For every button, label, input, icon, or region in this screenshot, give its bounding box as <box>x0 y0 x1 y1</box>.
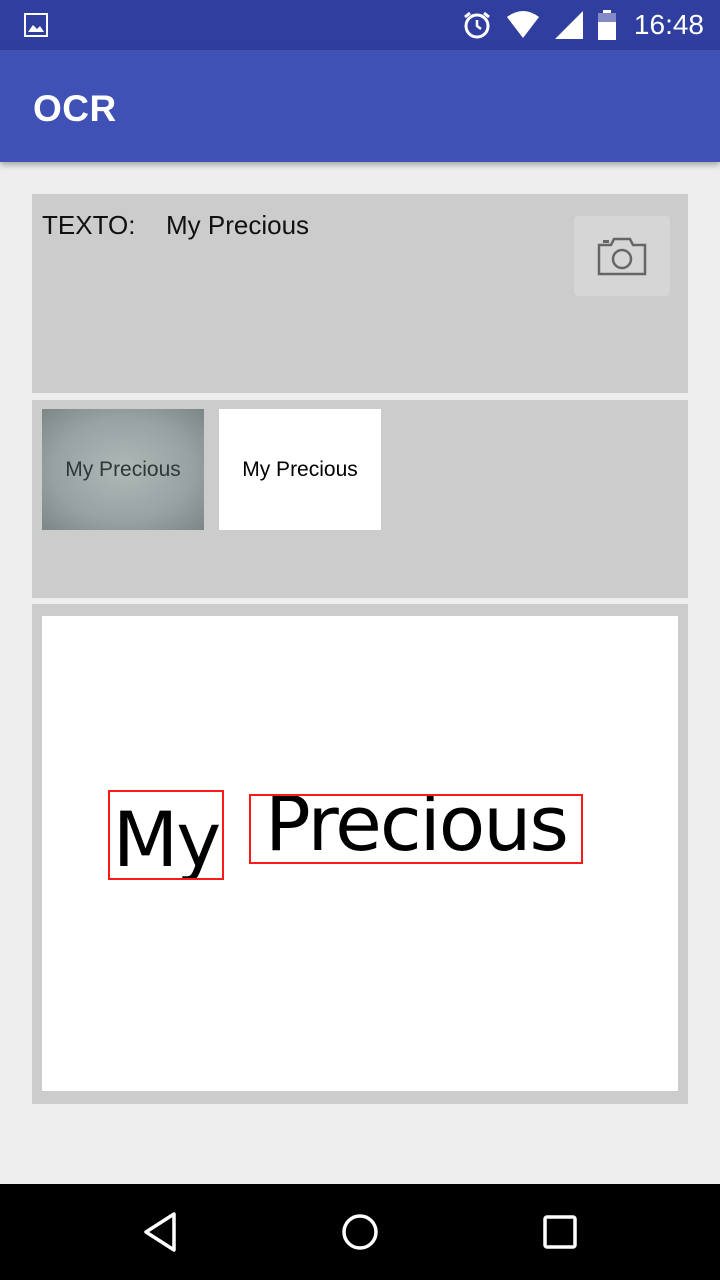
original-thumbnail[interactable]: My Precious <box>42 409 204 530</box>
wifi-icon <box>507 11 539 38</box>
thumbnail-panel: My Precious My Precious <box>32 400 688 598</box>
battery-icon <box>598 10 616 40</box>
app-bar: OCR <box>0 50 720 162</box>
word-box: My <box>108 790 224 880</box>
signal-icon <box>555 11 583 39</box>
camera-button[interactable] <box>574 216 670 296</box>
processed-thumbnail[interactable]: My Precious <box>219 409 381 530</box>
ocr-preview-image: My Precious <box>42 616 678 1091</box>
thumbnail-text: My Precious <box>65 457 181 481</box>
preview-panel: My Precious <box>32 604 688 1104</box>
clock: 16:48 <box>633 9 704 40</box>
recents-icon[interactable] <box>536 1208 584 1256</box>
camera-icon <box>597 237 647 276</box>
app-title: OCR <box>33 88 117 129</box>
navigation-bar <box>0 1184 720 1280</box>
alarm-icon <box>464 11 490 39</box>
word-text: My <box>112 795 222 880</box>
status-bar: 16:48 <box>0 0 720 50</box>
result-panel: TEXTO: My Precious <box>32 194 688 393</box>
thumbnail-text: My Precious <box>242 457 358 481</box>
recognized-text: My Precious <box>166 210 310 240</box>
image-notification-icon <box>24 13 48 37</box>
texto-label: TEXTO: <box>42 210 136 240</box>
word-text: Precious <box>265 794 569 864</box>
home-icon[interactable] <box>336 1208 384 1256</box>
word-box: Precious <box>249 794 583 864</box>
back-icon[interactable] <box>136 1208 184 1256</box>
